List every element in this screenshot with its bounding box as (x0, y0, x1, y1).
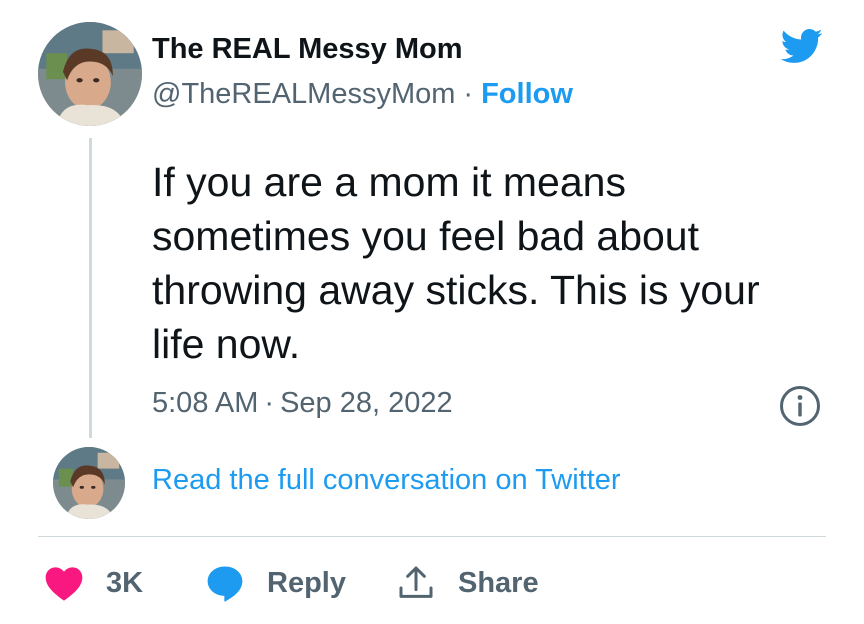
twitter-bird-icon[interactable] (775, 24, 827, 68)
like-button[interactable]: 3K (44, 555, 143, 611)
tweet-text: If you are a mom it means sometimes you … (152, 159, 760, 367)
tweet-embed-card: The REAL Messy Mom @TheREALMessyMom · Foll… (0, 0, 864, 624)
speech-bubble-icon (207, 566, 243, 602)
author-name[interactable]: The REAL Messy Mom (152, 33, 462, 66)
actions-divider (38, 536, 826, 537)
follow-button[interactable]: Follow (481, 78, 573, 110)
author-handle[interactable]: @TheREALMessyMom (152, 78, 455, 110)
thread-line (89, 138, 92, 438)
author-avatar[interactable] (38, 22, 142, 126)
share-upload-icon (399, 566, 433, 598)
tweet-date: Sep 28, 2022 (280, 387, 453, 419)
read-conversation-link[interactable]: Read the full conversation on Twitter (152, 464, 621, 497)
author-handle-row: @TheREALMessyMom · Follow (152, 78, 573, 111)
likes-count: 3K (106, 566, 144, 599)
share-button[interactable]: Share (396, 555, 539, 611)
reply-button[interactable]: Reply (205, 555, 346, 611)
timestamp-separator: · (264, 387, 275, 419)
reply-label: Reply (267, 566, 346, 599)
info-icon[interactable] (779, 385, 821, 427)
share-label: Share (458, 566, 539, 599)
actions-bar: 3K Reply Share (0, 555, 864, 611)
heart-icon (45, 567, 83, 601)
conversation-avatar[interactable] (53, 447, 125, 519)
tweet-time: 5:08 AM (152, 387, 259, 419)
handle-separator: · (463, 78, 474, 110)
tweet-timestamp[interactable]: 5:08 AM · Sep 28, 2022 (152, 387, 453, 420)
